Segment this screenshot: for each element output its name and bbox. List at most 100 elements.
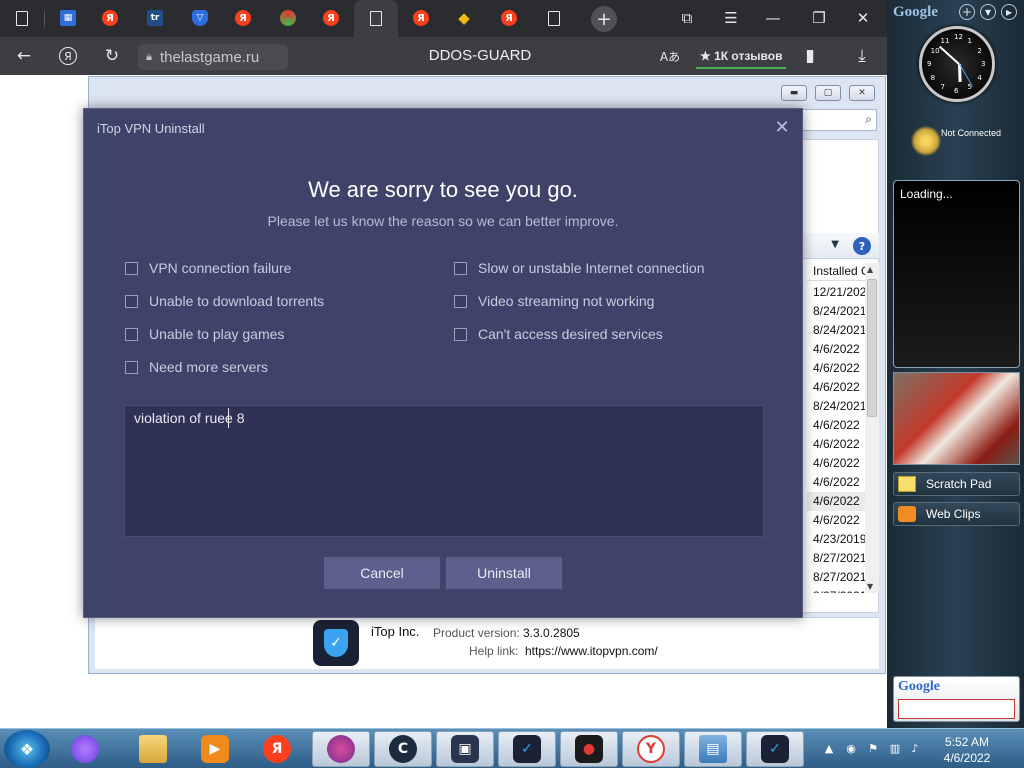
taskbar-app-media-player[interactable]: ▶	[186, 731, 244, 767]
clock-gadget[interactable]: 12 1 2 3 4 5 6 7 8 9 10 11	[919, 26, 995, 102]
feed-gadget[interactable]: Loading...	[893, 180, 1020, 368]
reason-option-slow-connection[interactable]: Slow or unstable Internet connection	[454, 258, 704, 278]
dialog-close-button[interactable]: ✕	[772, 117, 792, 138]
tab-yandex-5[interactable]: Я	[493, 4, 525, 32]
google-search-input[interactable]	[898, 699, 1015, 719]
scroll-down-icon[interactable]: ▼	[867, 582, 873, 591]
scroll-up-icon[interactable]: ▲	[867, 265, 873, 274]
tab-active-document[interactable]	[354, 0, 398, 37]
tab-collections-button[interactable]: ⧉	[672, 4, 702, 32]
reason-option-torrents[interactable]: Unable to download torrents	[125, 291, 324, 311]
reason-option-services[interactable]: Can't access desired services	[454, 324, 663, 344]
lock-icon[interactable]: 🔒︎	[138, 50, 160, 64]
installed-date-cell[interactable]: 4/6/2022	[807, 492, 865, 511]
taskbar-app-video-recorder[interactable]: ●	[560, 731, 618, 767]
tab-document-2[interactable]	[538, 4, 570, 32]
reload-button[interactable]: ↻	[98, 42, 126, 70]
programs-search-input[interactable]: ⌕	[801, 109, 877, 131]
taskbar-app-explorer[interactable]	[124, 731, 182, 767]
tab-binance[interactable]: ◆	[448, 4, 480, 32]
close-window-button[interactable]: ✕	[848, 4, 878, 32]
restore-button[interactable]: ❐	[804, 4, 834, 32]
checkbox[interactable]	[454, 327, 467, 341]
installed-date-cell[interactable]: 4/6/2022	[807, 378, 865, 397]
tab-trello[interactable]: tr	[139, 4, 171, 32]
taskbar-app-browser[interactable]	[312, 731, 370, 767]
clock-date[interactable]: 4/6/2022	[924, 751, 1010, 765]
checkbox[interactable]	[454, 261, 467, 275]
installed-date-cell[interactable]: 4/6/2022	[807, 340, 865, 359]
new-tab-button[interactable]: +	[591, 6, 617, 32]
yandex-home-button[interactable]: Я	[54, 42, 82, 70]
reason-option-streaming[interactable]: Video streaming not working	[454, 291, 654, 311]
installed-date-cell[interactable]: 8/27/2021	[807, 549, 865, 568]
views-dropdown-icon[interactable]: ▼	[831, 239, 839, 250]
tab-yandex-3[interactable]: Я	[315, 4, 347, 32]
clock-time[interactable]: 5:52 AM	[924, 735, 1010, 749]
checkbox[interactable]	[125, 294, 138, 308]
installed-date-cell[interactable]: 4/6/2022	[807, 416, 865, 435]
scroll-thumb[interactable]	[867, 279, 877, 417]
gadget-scroll-button[interactable]: ▸	[1001, 4, 1017, 20]
checkbox[interactable]	[125, 261, 138, 275]
taskbar-app-itop-vpn-2[interactable]: ✓	[746, 731, 804, 767]
reason-option-servers[interactable]: Need more servers	[125, 357, 268, 377]
tab-colorful[interactable]	[272, 4, 304, 32]
checkbox[interactable]	[125, 360, 138, 374]
gadget-menu-button[interactable]: ▾	[980, 4, 996, 20]
bg-close-button[interactable]: ✕	[849, 85, 875, 101]
bookmark-button[interactable]: ▮	[796, 42, 824, 70]
security-flag-icon[interactable]: ⚑	[866, 741, 880, 755]
tab-yandex-4[interactable]: Я	[405, 4, 437, 32]
network-icon[interactable]: ▥	[888, 741, 902, 755]
translate-button[interactable]: Aあ	[656, 42, 684, 70]
tray-app-icon[interactable]: ◉	[844, 741, 858, 755]
help-link[interactable]: https://www.itopvpn.com/	[525, 644, 658, 658]
reason-option-games[interactable]: Unable to play games	[125, 324, 284, 344]
installed-date-cell[interactable]: 8/24/2021	[807, 321, 865, 340]
installed-date-cell[interactable]: 4/6/2022	[807, 454, 865, 473]
taskbar-app-screen-recorder[interactable]: ▣	[436, 731, 494, 767]
web-clips-gadget[interactable]: Web Clips	[893, 502, 1020, 526]
installed-date-cell[interactable]: 12/21/2021	[807, 283, 865, 302]
taskbar-app-itop-vpn[interactable]: ✓	[498, 731, 556, 767]
installed-date-cell[interactable]: 4/6/2022	[807, 473, 865, 492]
url-field[interactable]: 🔒︎ thelastgame.ru	[138, 44, 288, 70]
tab-document[interactable]	[6, 4, 38, 32]
installed-date-cell[interactable]: 8/27/2021	[807, 568, 865, 587]
installed-date-cell[interactable]: 4/6/2022	[807, 435, 865, 454]
tab-grid-app[interactable]: ▦	[52, 4, 84, 32]
photo-gadget[interactable]	[893, 372, 1020, 465]
tray-expand-icon[interactable]: ▲	[822, 741, 836, 755]
taskbar-app-yandex-browser[interactable]: Y	[622, 731, 680, 767]
add-gadget-button[interactable]: +	[959, 4, 975, 20]
back-button[interactable]: ←	[10, 42, 38, 70]
tab-yandex-2[interactable]: Я	[227, 4, 259, 32]
minimize-button[interactable]: —	[758, 4, 788, 32]
bg-minimize-button[interactable]: ▬	[781, 85, 807, 101]
taskbar-app-ccleaner[interactable]: C	[374, 731, 432, 767]
reason-option-vpn-failure[interactable]: VPN connection failure	[125, 258, 291, 278]
volume-icon[interactable]: ♪	[908, 741, 922, 755]
checkbox[interactable]	[125, 327, 138, 341]
taskbar-app-alice[interactable]	[56, 731, 114, 767]
browser-menu-button[interactable]: ☰	[716, 4, 746, 32]
help-icon[interactable]: ?	[853, 237, 871, 255]
checkbox[interactable]	[454, 294, 467, 308]
installed-date-cell[interactable]: 8/24/2021	[807, 397, 865, 416]
programs-scrollbar[interactable]: ▲ ▼	[865, 263, 879, 593]
downloads-button[interactable]: ⤓	[848, 42, 876, 70]
bg-maximize-button[interactable]: ▢	[815, 85, 841, 101]
installed-date-cell[interactable]: 4/6/2022	[807, 359, 865, 378]
tab-yandex-1[interactable]: Я	[94, 4, 126, 32]
installed-date-cell[interactable]: 8/24/2021	[807, 302, 865, 321]
reviews-badge[interactable]: ★ 1К отзывов	[696, 45, 787, 69]
taskbar-app-control-panel[interactable]: ▤	[684, 731, 742, 767]
installed-date-cell[interactable]: 4/23/2019	[807, 530, 865, 549]
installed-on-column-header[interactable]: Installed On	[807, 261, 865, 281]
installed-date-cell[interactable]: 8/27/2021	[807, 587, 865, 593]
scratch-pad-gadget[interactable]: Scratch Pad	[893, 472, 1020, 496]
start-button[interactable]: ❖	[4, 730, 50, 768]
installed-date-cell[interactable]: 4/6/2022	[807, 511, 865, 530]
taskbar-app-yandex[interactable]: Я	[248, 731, 306, 767]
